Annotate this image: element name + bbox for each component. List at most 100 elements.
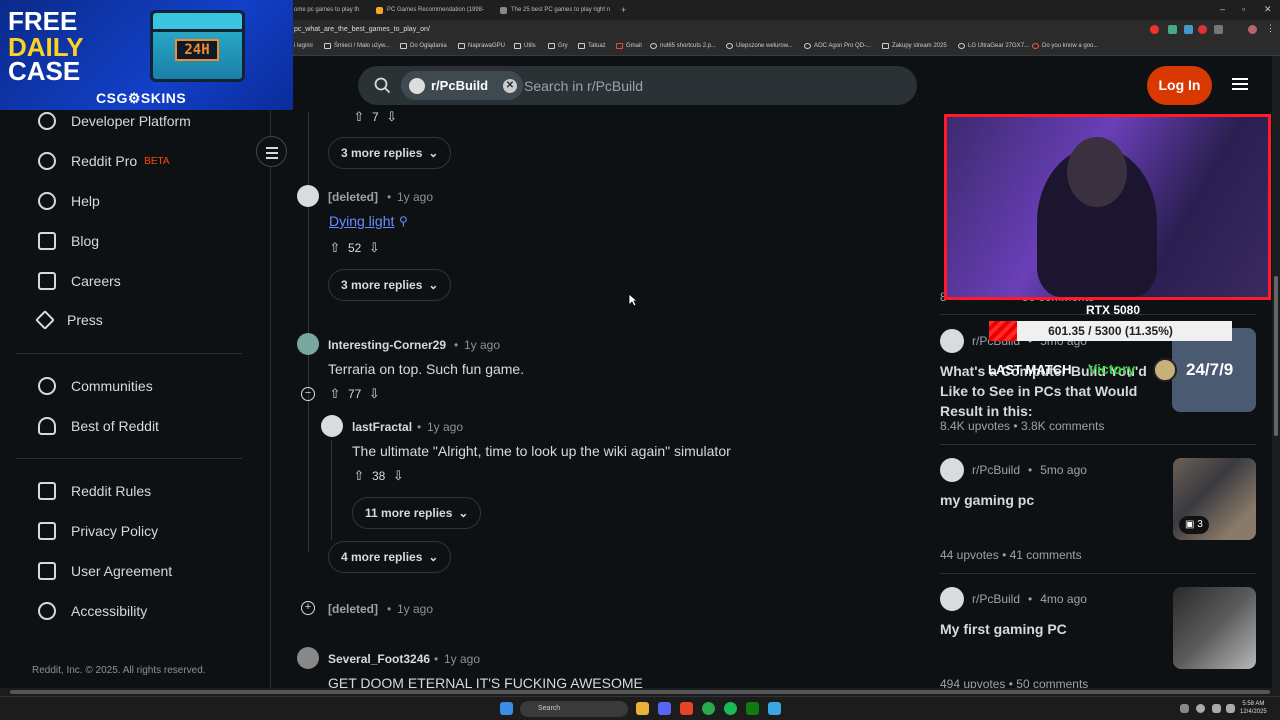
maximize-icon[interactable]: ▫	[1242, 4, 1245, 14]
discord-icon[interactable]	[658, 702, 671, 715]
search-link[interactable]: Dying light	[329, 213, 394, 229]
sidebar-item-privacy-policy[interactable]: Privacy Policy	[38, 522, 158, 540]
bookmark-folder[interactable]: Zakupy stream 2025	[882, 43, 947, 49]
expand-thread-icon[interactable]: +	[301, 601, 315, 615]
login-button[interactable]: Log In	[1147, 66, 1212, 105]
sidebar-item-accessibility[interactable]: Accessibility	[38, 602, 147, 620]
scrollbar-thumb[interactable]	[10, 690, 1270, 694]
app-icon[interactable]	[702, 702, 715, 715]
bookmark-folder[interactable]: Tatuaż	[578, 43, 606, 49]
bookmark-folder[interactable]: Do Oglądania	[400, 43, 447, 49]
search-bar[interactable]: r/PcBuild ✕ Search in r/PcBuild	[358, 66, 917, 105]
downvote-icon[interactable]: ⇩	[367, 387, 381, 401]
comment-author[interactable]: [deleted]	[328, 602, 378, 616]
sidebar-item-best-of-reddit[interactable]: Best of Reddit	[38, 417, 159, 435]
upvote-icon[interactable]: ⇧	[328, 241, 342, 255]
collapse-sidebar-button[interactable]	[256, 136, 287, 167]
more-replies-button[interactable]: 3 more replies ⌄	[328, 137, 452, 169]
upvote-icon[interactable]: ⇧	[328, 387, 342, 401]
volume-icon[interactable]	[1226, 704, 1235, 713]
post-comments[interactable]: 3.8K comments	[1021, 419, 1104, 433]
extension-icon[interactable]	[1214, 25, 1223, 34]
bookmark-folder[interactable]: Gry	[548, 43, 568, 49]
post-title[interactable]: My first gaming PC	[940, 619, 1160, 639]
post-comments[interactable]: 41 comments	[1010, 548, 1082, 562]
comment-author[interactable]: [deleted]	[328, 190, 378, 204]
spotify-icon[interactable]	[724, 702, 737, 715]
notepad-icon[interactable]	[768, 702, 781, 715]
downvote-icon[interactable]: ⇩	[391, 469, 405, 483]
network-icon[interactable]	[1212, 704, 1221, 713]
browser-tab[interactable]: PC Games Recommendation (1998-	[376, 4, 486, 16]
more-replies-button[interactable]: 3 more replies ⌄	[328, 269, 452, 301]
comment-author[interactable]: Several_Foot3246	[328, 652, 430, 666]
subreddit-link[interactable]: r/PcBuild	[972, 592, 1020, 606]
close-icon[interactable]: ✕	[1264, 4, 1272, 15]
avatar[interactable]	[297, 647, 319, 669]
avatar[interactable]	[297, 333, 319, 355]
post-thumbnail[interactable]	[1173, 587, 1256, 669]
taskbar-clock[interactable]: 5:58 AM 12/4/2025	[1240, 700, 1267, 716]
subreddit-filter-chip[interactable]: r/PcBuild ✕	[401, 71, 523, 100]
sidebar-item-user-agreement[interactable]: User Agreement	[38, 562, 172, 580]
subreddit-avatar[interactable]	[940, 329, 964, 353]
sidebar-item-careers[interactable]: Careers	[38, 272, 121, 290]
bookmark[interactable]: Gmail	[616, 43, 642, 49]
xbox-icon[interactable]	[746, 702, 759, 715]
downvote-icon[interactable]: ⇩	[385, 110, 399, 124]
downvote-icon[interactable]: ⇩	[367, 241, 381, 255]
comment-author[interactable]: Interesting-Corner29	[328, 338, 446, 352]
browser-menu-icon[interactable]: ⋮	[1266, 23, 1275, 34]
avatar[interactable]	[321, 415, 343, 437]
more-replies-button[interactable]: 11 more replies ⌄	[352, 497, 482, 529]
subreddit-link[interactable]: r/PcBuild	[972, 463, 1020, 477]
extension-icon[interactable]	[1184, 25, 1193, 34]
profile-avatar[interactable]	[1248, 25, 1257, 34]
collapse-thread-icon[interactable]: −	[301, 387, 315, 401]
post-thumbnail[interactable]: ▣ 3	[1173, 458, 1256, 540]
extension-icon[interactable]	[1198, 25, 1207, 34]
vertical-scrollbar[interactable]	[1272, 56, 1280, 688]
bookmark[interactable]: nut65 shortcuts 2.p...	[650, 43, 716, 49]
new-tab-button[interactable]: +	[621, 4, 626, 16]
avatar[interactable]	[297, 185, 319, 207]
sidebar-item-press[interactable]: Press	[35, 310, 103, 330]
sidebar-item-help[interactable]: Help	[38, 192, 100, 210]
sidebar-item-communities[interactable]: Communities	[38, 377, 153, 395]
scrollbar-thumb[interactable]	[1274, 276, 1278, 436]
bookmark-folder[interactable]: NaprawaGPU	[458, 43, 505, 49]
comment-author[interactable]: lastFractal	[352, 420, 412, 434]
sidebar-item-reddit-rules[interactable]: Reddit Rules	[38, 482, 151, 500]
sidebar-item-developer-platform[interactable]: Developer Platform	[38, 112, 191, 130]
extension-icon[interactable]	[1168, 25, 1177, 34]
upvote-icon[interactable]: ⇧	[352, 469, 366, 483]
search-input[interactable]: Search in r/PcBuild	[524, 78, 643, 94]
subreddit-avatar[interactable]	[940, 458, 964, 482]
bookmark[interactable]: LG UltraGear 27GX7...	[958, 43, 1029, 49]
bookmark[interactable]: Ulepszone welurow...	[726, 43, 793, 49]
bookmark[interactable]: AOC Agon Pro QD-...	[804, 43, 871, 49]
subreddit-avatar[interactable]	[940, 587, 964, 611]
menu-icon[interactable]	[1232, 78, 1248, 92]
microphone-icon[interactable]	[1196, 704, 1205, 713]
more-replies-button[interactable]: 4 more replies ⌄	[328, 541, 452, 573]
bookmark-folder[interactable]: Śmieci / Mało używ...	[324, 43, 390, 49]
sidebar-item-reddit-pro[interactable]: Reddit Pro BETA	[38, 152, 170, 170]
bookmark-folder[interactable]: Utils	[514, 43, 536, 49]
taskbar-search[interactable]: Search	[520, 701, 628, 717]
file-explorer-icon[interactable]	[636, 702, 649, 715]
tray-chevron-icon[interactable]	[1180, 704, 1189, 713]
bookmark[interactable]: Do you know a goo...	[1032, 43, 1098, 49]
browser-tab[interactable]: ome pc games to play th	[294, 4, 364, 16]
bookmark[interactable]: i legimi	[294, 43, 313, 49]
upvote-icon[interactable]: ⇧	[352, 110, 366, 124]
start-icon[interactable]	[500, 702, 513, 715]
browser-tab-active[interactable]: The 25 best PC games to play right n	[500, 4, 612, 16]
horizontal-scrollbar[interactable]	[0, 688, 1280, 696]
brave-browser-icon[interactable]	[680, 702, 693, 715]
sidebar-item-blog[interactable]: Blog	[38, 232, 99, 250]
minimize-icon[interactable]: –	[1220, 4, 1225, 14]
extension-icon[interactable]	[1150, 25, 1159, 34]
clear-chip-icon[interactable]: ✕	[503, 78, 517, 93]
post-title[interactable]: my gaming pc	[940, 490, 1160, 510]
